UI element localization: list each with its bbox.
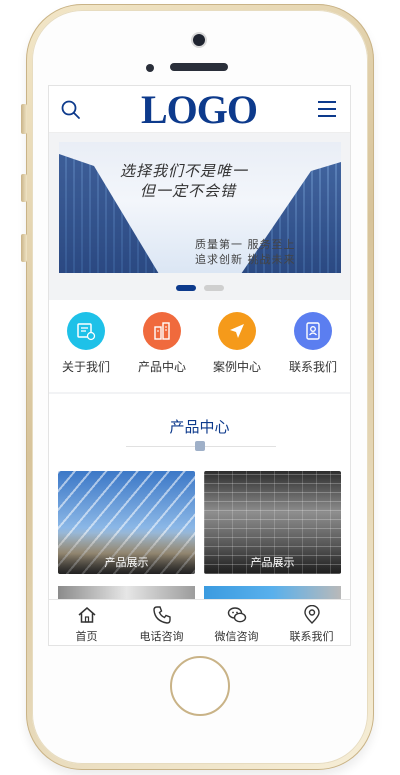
quick-nav-about[interactable]: 关于我们 [51,312,121,375]
banner-headline-2: 但一定不会错 [139,182,236,200]
quick-nav-cases[interactable]: 案例中心 [202,312,272,375]
earpiece-speaker [170,63,228,71]
about-icon [67,312,105,350]
banner-subline-2: 追求创新 挑战未来 [195,253,296,266]
quick-nav-label: 产品中心 [137,360,186,374]
menu-icon[interactable] [318,101,336,117]
site-header: LOGO [49,86,350,133]
volume-up-button [21,174,27,202]
home-icon [78,607,95,623]
screen: LOGO 选择我们不是唯一 但一定不会错 质量第一 服务至上 追求创新 挑战未来… [48,85,351,646]
mute-switch [21,104,27,134]
carousel-dot-active[interactable] [176,285,196,291]
bottom-nav-label: 电话咨询 [139,630,184,643]
product-icon [143,312,181,350]
quick-nav-products[interactable]: 产品中心 [127,312,197,375]
product-card-caption: 产品展示 [104,556,149,569]
product-card[interactable]: 产品展示 [58,471,195,574]
case-icon [218,312,256,350]
bottom-nav-phone[interactable]: 电话咨询 [124,605,199,644]
product-card[interactable]: 产品展示 [204,471,341,574]
carousel-dot[interactable] [204,285,224,291]
quick-nav-label: 联系我们 [288,360,337,374]
bottom-nav-home[interactable]: 首页 [49,605,124,644]
bottom-nav-label: 联系我们 [289,630,334,643]
home-button[interactable] [170,656,230,716]
product-card-caption: 产品展示 [250,556,295,569]
hero-banner[interactable]: 选择我们不是唯一 但一定不会错 质量第一 服务至上 追求创新 挑战未来 [59,142,341,273]
phone-icon [152,606,171,624]
bottom-nav-label: 微信咨询 [214,630,259,643]
quick-nav-label: 关于我们 [61,360,110,374]
divider-ornament-icon [195,441,205,451]
wechat-icon [227,607,246,623]
quick-nav-contact[interactable]: 联系我们 [278,312,348,375]
front-camera [193,34,205,46]
contact-icon [294,312,332,350]
volume-down-button [21,234,27,262]
carousel-indicator [49,285,350,293]
bottom-nav-label: 首页 [75,630,98,643]
site-logo[interactable]: LOGO [119,88,279,132]
quick-nav: 关于我们 产品中心 案例中心 联系我们 [49,300,350,392]
bottom-nav-contact[interactable]: 联系我们 [274,605,349,644]
quick-nav-label: 案例中心 [212,360,261,374]
section-title: 产品中心 [169,418,230,436]
banner-subline-1: 质量第一 服务至上 [195,238,296,251]
bottom-nav-wechat[interactable]: 微信咨询 [199,605,274,644]
bottom-nav: 首页 电话咨询 微信咨询 联系我们 [49,599,350,645]
location-icon [303,605,320,624]
proximity-sensor [146,64,154,72]
search-icon[interactable] [61,100,81,120]
banner-headline-1: 选择我们不是唯一 [119,162,248,180]
